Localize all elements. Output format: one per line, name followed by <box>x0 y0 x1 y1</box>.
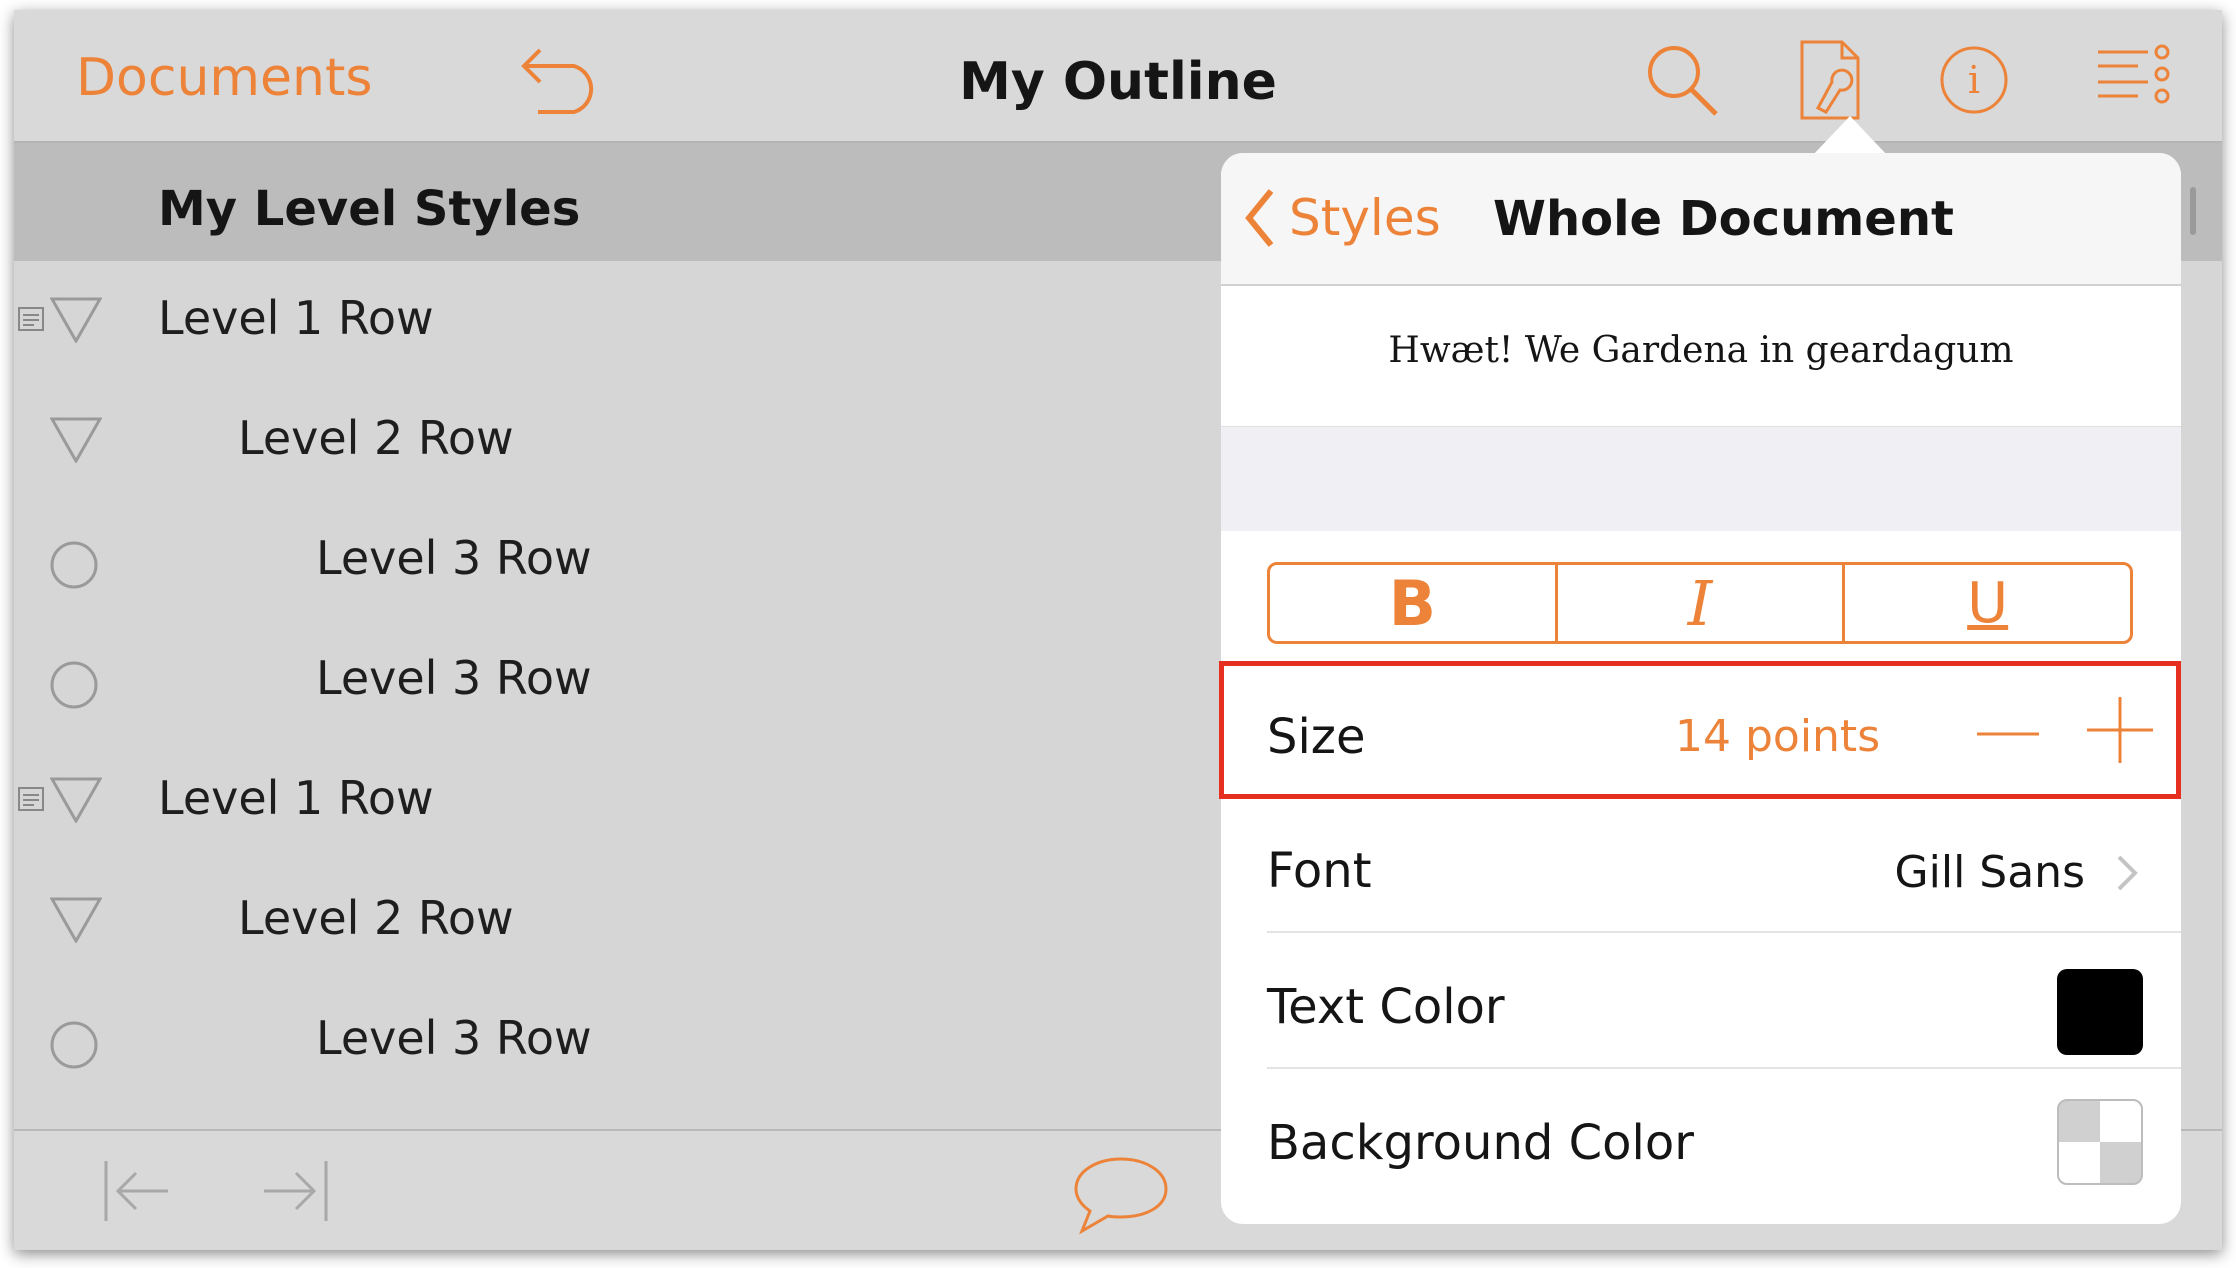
row-label[interactable]: Level 2 Row <box>238 411 514 465</box>
popover-arrow <box>1812 116 1888 156</box>
note-icon[interactable] <box>18 787 44 811</box>
row-label[interactable]: Level 1 Row <box>158 291 434 345</box>
font-label: Font <box>1267 843 1372 899</box>
size-row-highlight <box>1219 661 2181 799</box>
indent-icon[interactable] <box>258 1155 330 1227</box>
outline-row[interactable]: Level 2 Row <box>14 381 1234 501</box>
search-icon[interactable] <box>1644 42 1720 118</box>
row-label[interactable]: Level 3 Row <box>316 1011 592 1065</box>
status-circle-icon[interactable] <box>50 1021 98 1069</box>
inspector-icon[interactable] <box>1798 38 1862 122</box>
note-icon[interactable] <box>18 307 44 331</box>
outline-row[interactable]: Level 3 Row <box>14 981 1234 1101</box>
italic-button-label: I <box>1687 566 1713 640</box>
outline-row[interactable]: Level 3 Row <box>14 501 1234 621</box>
font-value: Gill Sans <box>1894 847 2085 898</box>
outline-row[interactable]: Level 3 Row <box>14 621 1234 741</box>
status-circle-icon[interactable] <box>50 661 98 709</box>
document-title: My Outline <box>959 52 1277 112</box>
disclosure-triangle-icon[interactable] <box>50 777 102 823</box>
back-button[interactable]: Styles <box>1243 183 1441 253</box>
style-preview: Hwæt! We Gardena in geardagum <box>1221 286 2181 427</box>
background-color-label: Background Color <box>1267 1115 1694 1171</box>
svg-text:i: i <box>1968 58 1980 102</box>
row-label[interactable]: Level 3 Row <box>316 651 592 705</box>
row-label[interactable]: Level 3 Row <box>316 531 592 585</box>
outline-row[interactable]: Level 1 Row <box>14 741 1234 861</box>
status-circle-icon[interactable] <box>50 541 98 589</box>
font-row[interactable]: Font Gill Sans <box>1221 801 2181 933</box>
section-spacer <box>1221 427 2181 531</box>
back-button-label: Styles <box>1289 189 1441 247</box>
disclosure-triangle-icon[interactable] <box>50 417 102 463</box>
chevron-right-icon <box>2117 855 2138 891</box>
popover-title: Whole Document <box>1493 191 1954 247</box>
row-divider <box>1267 931 2181 933</box>
outline-row[interactable]: Level 2 Row <box>14 861 1234 981</box>
italic-button[interactable]: I <box>1554 565 1843 641</box>
section-title: My Level Styles <box>158 181 581 237</box>
disclosure-triangle-icon[interactable] <box>50 897 102 943</box>
text-color-row[interactable]: Text Color <box>1221 937 2181 1069</box>
popover-header: Styles Whole Document <box>1221 153 2181 286</box>
text-color-label: Text Color <box>1267 979 1505 1035</box>
outline-menu-icon[interactable] <box>2096 42 2172 112</box>
text-style-segmented-control: B I U <box>1267 562 2133 644</box>
chevron-left-icon <box>1245 189 1274 247</box>
preview-text: Hwæt! We Gardena in geardagum <box>1388 330 2014 371</box>
underline-button[interactable]: U <box>1842 565 2130 641</box>
navigation-bar: Documents My Outline i <box>14 10 2222 143</box>
row-divider <box>1267 1067 2181 1069</box>
background-color-swatch[interactable] <box>2057 1099 2143 1185</box>
outline-row[interactable]: Level 1 Row <box>14 261 1234 381</box>
info-icon[interactable]: i <box>1938 44 2010 116</box>
bold-button[interactable]: B <box>1270 565 1555 641</box>
background-color-row[interactable]: Background Color <box>1221 1073 2181 1205</box>
comment-icon[interactable] <box>1072 1153 1170 1237</box>
outdent-icon[interactable] <box>102 1155 174 1227</box>
text-color-swatch[interactable] <box>2057 969 2143 1055</box>
row-label[interactable]: Level 1 Row <box>158 771 434 825</box>
scrollbar[interactable] <box>2190 187 2196 235</box>
disclosure-triangle-icon[interactable] <box>50 297 102 343</box>
row-label[interactable]: Level 2 Row <box>238 891 514 945</box>
